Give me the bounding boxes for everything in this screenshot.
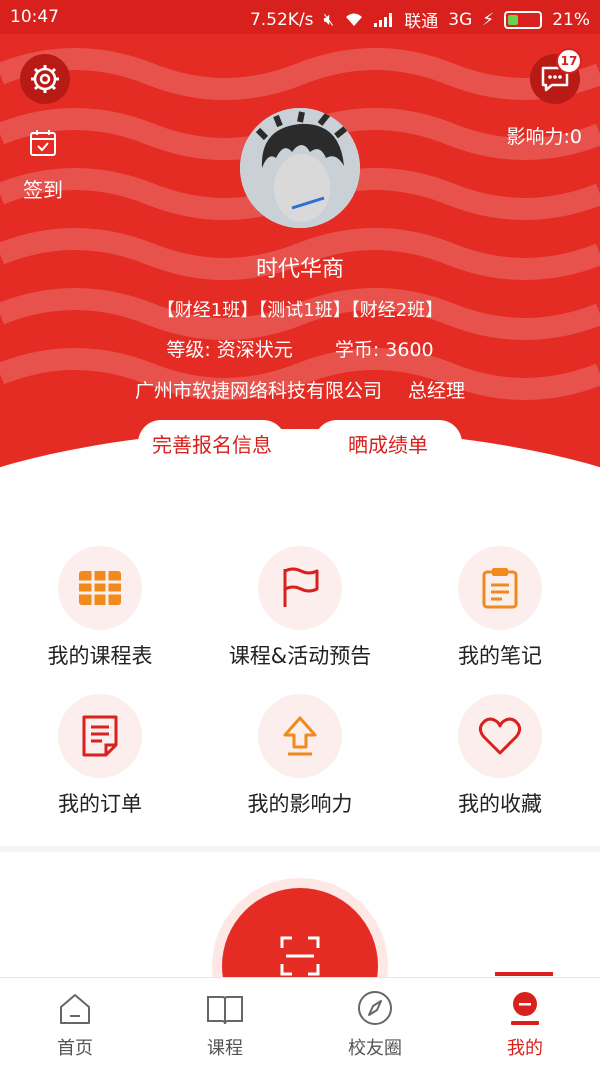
tab-me[interactable]: 我的 bbox=[450, 978, 600, 1068]
job-title: 总经理 bbox=[408, 380, 466, 402]
status-network: 3G bbox=[448, 9, 473, 30]
tab-home[interactable]: 首页 bbox=[0, 978, 150, 1068]
heart-icon bbox=[478, 717, 522, 755]
complete-registration-button[interactable]: 完善报名信息 bbox=[138, 420, 286, 466]
share-scores-button[interactable]: 晒成绩单 bbox=[314, 420, 462, 466]
menu-label: 我的课程表 bbox=[47, 644, 153, 668]
settings-button[interactable] bbox=[20, 54, 70, 104]
charging-icon: ⚡︎ bbox=[482, 9, 495, 30]
menu-label: 我的影响力 bbox=[247, 792, 353, 816]
menu-label: 课程&活动预告 bbox=[228, 644, 372, 668]
mute-icon: 🔇︎ bbox=[323, 9, 335, 30]
signin-label: 签到 bbox=[23, 178, 63, 202]
class-list: 【财经1班】【测试1班】【财经2班】 bbox=[156, 300, 444, 321]
menu-my-orders[interactable]: 我的订单 bbox=[0, 694, 200, 818]
book-icon bbox=[207, 996, 243, 1025]
menu-course-preview[interactable]: 课程&活动预告 bbox=[200, 546, 400, 670]
status-time: 10:47 bbox=[10, 7, 59, 27]
status-bar: 10:47 7.52K/s 🔇︎ 联通 3G ⚡︎ 21% bbox=[0, 0, 600, 34]
status-battery: 21% bbox=[552, 9, 590, 30]
profile-icon bbox=[511, 992, 539, 1025]
calendar-check-icon bbox=[30, 130, 56, 156]
gear-icon bbox=[31, 65, 59, 93]
bottom-tab-bar: 首页 课程 校友圈 我的 bbox=[0, 977, 600, 1068]
wifi-icon bbox=[346, 13, 363, 26]
clipboard-icon bbox=[482, 568, 518, 609]
active-tab-indicator bbox=[495, 972, 553, 976]
avatar-image bbox=[240, 108, 360, 228]
menu-label: 我的订单 bbox=[58, 792, 142, 816]
menu-my-notes[interactable]: 我的笔记 bbox=[400, 546, 600, 670]
signin-button[interactable]: 签到 bbox=[12, 128, 74, 203]
tab-label: 我的 bbox=[507, 1038, 543, 1059]
user-name: 时代华商 bbox=[255, 257, 344, 282]
user-stats: 等级: 资深状元 学币: 3600 bbox=[0, 335, 600, 362]
user-company: 广州市软捷网络科技有限公司 总经理 bbox=[0, 376, 600, 403]
menu-my-influence[interactable]: 我的影响力 bbox=[200, 694, 400, 818]
menu-label: 我的收藏 bbox=[458, 792, 542, 816]
influence-score[interactable]: 影响力:0 bbox=[507, 122, 583, 149]
document-icon bbox=[82, 715, 118, 757]
tab-label: 首页 bbox=[57, 1038, 93, 1059]
tab-label: 校友圈 bbox=[348, 1038, 402, 1059]
flag-icon bbox=[283, 567, 319, 607]
user-coins: 学币: 3600 bbox=[334, 339, 434, 361]
status-speed: 7.52K/s bbox=[249, 9, 314, 30]
tab-alumni-circle[interactable]: 校友圈 bbox=[300, 978, 450, 1068]
message-count-badge: 17 bbox=[556, 48, 582, 74]
messages-button[interactable]: 17 bbox=[530, 48, 582, 104]
scan-icon bbox=[280, 936, 320, 976]
calendar-grid-icon bbox=[79, 571, 121, 605]
menu-my-schedule[interactable]: 我的课程表 bbox=[0, 546, 200, 670]
tab-courses[interactable]: 课程 bbox=[150, 978, 300, 1068]
avatar[interactable] bbox=[240, 108, 360, 228]
status-carrier: 联通 bbox=[404, 12, 439, 32]
tab-label: 课程 bbox=[207, 1038, 243, 1059]
menu-label: 我的笔记 bbox=[458, 644, 542, 668]
menu-my-favorites[interactable]: 我的收藏 bbox=[400, 694, 600, 818]
home-icon bbox=[60, 994, 90, 1024]
feature-grid: 我的课程表 课程&活动预告 我的笔记 我的订单 我的影响力 我的收藏 bbox=[0, 494, 600, 846]
arrow-up-icon bbox=[283, 716, 317, 756]
user-level: 等级: 资深状元 bbox=[166, 339, 293, 361]
compass-icon bbox=[358, 991, 392, 1025]
battery-icon bbox=[504, 10, 543, 29]
company-name: 广州市软捷网络科技有限公司 bbox=[134, 380, 382, 402]
signal-icon bbox=[374, 12, 393, 27]
